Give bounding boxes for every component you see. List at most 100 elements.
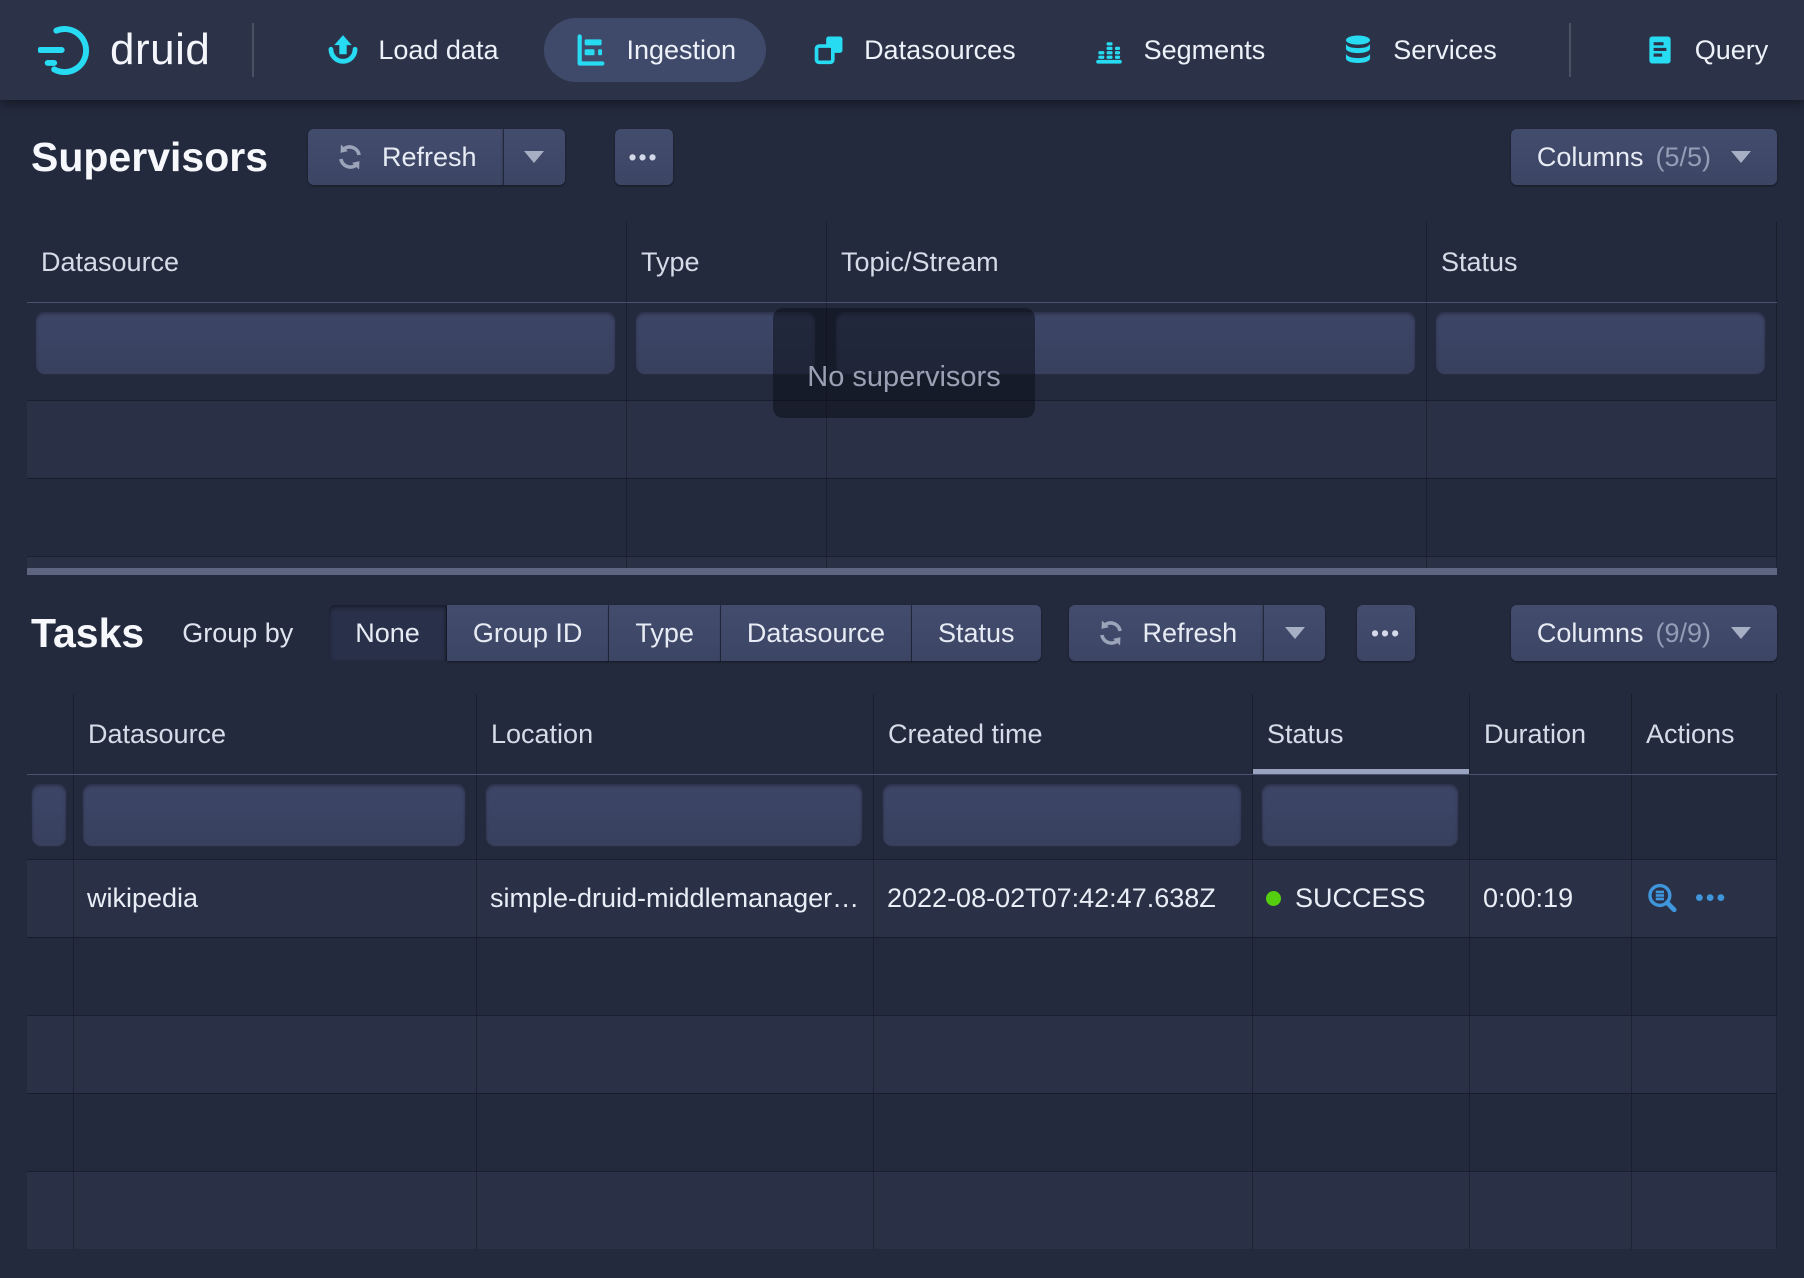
group-by-type-button[interactable]: Type [609,605,721,661]
ingestion-icon [574,33,608,67]
datasource-filter-input[interactable] [35,311,616,375]
column-header-actions[interactable]: Actions [1632,694,1777,774]
table-row [27,937,1777,1015]
tasks-table: Datasource Location Created time Status … [27,694,1777,1250]
column-header-created-time[interactable]: Created time [874,694,1253,774]
column-header-type[interactable]: Type [627,222,827,302]
druid-logo-icon [38,22,94,78]
column-header-expander [27,694,74,774]
chevron-down-icon [1285,627,1305,639]
status-filter-input[interactable] [1261,783,1459,847]
nav-item-label: Segments [1144,35,1266,66]
created-time-filter-input[interactable] [882,783,1242,847]
group-by-label: Group by [182,618,293,649]
table-row [27,556,1777,568]
nav-item-label: Ingestion [626,35,736,66]
table-row [27,1015,1777,1093]
supervisors-title: Supervisors [31,134,268,181]
nav-divider [1569,23,1571,77]
inspect-task-icon[interactable] [1645,882,1679,916]
status-filter-input[interactable] [1435,311,1766,375]
table-row [27,478,1777,556]
more-icon: ••• [628,144,658,171]
refresh-icon [1095,617,1127,649]
refresh-button-label: Refresh [1143,618,1238,649]
services-icon [1341,33,1375,67]
nav-item-label: Query [1695,35,1769,66]
task-row-wikipedia[interactable]: wikipedia simple-druid-middlemanager… 20… [27,859,1777,937]
column-header-status-sorted[interactable]: Status [1253,694,1470,774]
nav-item-load-data[interactable]: Load data [296,18,528,82]
tasks-refresh-button[interactable]: Refresh [1069,605,1264,661]
group-by-group-id-button[interactable]: Group ID [447,605,610,661]
supervisors-toolbar: Supervisors Refresh ••• Columns (5/5) [27,126,1777,188]
chevron-down-icon [524,151,544,163]
druid-console: { "app": { "name": "druid" }, "nav": { "… [0,0,1804,1278]
chevron-down-icon [1731,627,1751,639]
column-header-duration[interactable]: Duration [1470,694,1632,774]
nav-item-services[interactable]: Services [1311,18,1527,82]
tasks-toolbar: Tasks Group by None Group ID Type Dataso… [27,602,1777,664]
query-icon [1643,33,1677,67]
more-icon: ••• [1371,620,1401,647]
no-supervisors-message: No supervisors [773,308,1035,418]
logo-wordmark: druid [110,25,210,75]
cell-actions: ••• [1632,860,1777,937]
load-data-icon [326,33,360,67]
nav-divider [252,23,254,77]
columns-button-label: Columns [1537,142,1644,173]
nav-items: Load data Ingestion Datasources [296,18,1798,82]
cell-status: SUCCESS [1253,860,1470,937]
group-by-status-button[interactable]: Status [912,605,1041,661]
column-header-topic-stream[interactable]: Topic/Stream [827,222,1427,302]
datasource-filter-input[interactable] [82,783,466,847]
task-actions-more-icon[interactable]: ••• [1695,884,1727,913]
top-nav-bar: druid Load data Ingestion Data [0,0,1804,100]
nav-item-query[interactable]: Query [1613,18,1799,82]
columns-count: (5/5) [1655,142,1711,173]
supervisors-refresh-dropdown-button[interactable] [503,129,565,185]
datasources-icon [812,33,846,67]
table-row [27,1171,1777,1249]
cell-duration: 0:00:19 [1470,860,1632,937]
nav-item-label: Datasources [864,35,1016,66]
cell-created-time: 2022-08-02T07:42:47.638Z [874,860,1253,937]
tasks-title: Tasks [31,610,144,657]
column-header-location[interactable]: Location [477,694,874,774]
section-splitter-handle[interactable] [27,568,1777,575]
columns-count: (9/9) [1655,618,1711,649]
nav-item-label: Services [1393,35,1497,66]
segments-icon [1092,33,1126,67]
supervisors-table-header: Datasource Type Topic/Stream Status [27,222,1777,303]
sort-indicator-bar [1253,769,1469,774]
supervisors-more-button[interactable]: ••• [615,129,673,185]
location-filter-input[interactable] [485,783,863,847]
supervisors-refresh-split-button: Refresh [308,129,565,185]
nav-item-datasources[interactable]: Datasources [782,18,1046,82]
status-success-dot [1266,891,1281,906]
tasks-more-button[interactable]: ••• [1357,605,1415,661]
nav-item-segments[interactable]: Segments [1062,18,1296,82]
column-header-label: Status [1267,719,1344,750]
columns-button-label: Columns [1537,618,1644,649]
supervisors-table: Datasource Type Topic/Stream Status No s… [27,222,1777,568]
druid-logo[interactable]: druid [38,22,210,78]
tasks-refresh-dropdown-button[interactable] [1263,605,1325,661]
column-header-datasource[interactable]: Datasource [27,222,627,302]
group-by-none-button[interactable]: None [329,605,447,661]
cell-datasource: wikipedia [74,860,477,937]
supervisors-columns-button[interactable]: Columns (5/5) [1511,129,1777,185]
chevron-down-icon [1731,151,1751,163]
refresh-icon [334,141,366,173]
tasks-filter-row [27,775,1777,859]
nav-item-ingestion[interactable]: Ingestion [544,18,766,82]
expander-filter-input[interactable] [31,783,67,847]
table-row [27,1093,1777,1171]
column-header-status[interactable]: Status [1427,222,1777,302]
group-by-datasource-button[interactable]: Datasource [721,605,912,661]
tasks-refresh-split-button: Refresh [1069,605,1326,661]
tasks-columns-button[interactable]: Columns (9/9) [1511,605,1777,661]
supervisors-refresh-button[interactable]: Refresh [308,129,503,185]
status-badge: SUCCESS [1295,883,1426,914]
column-header-datasource[interactable]: Datasource [74,694,477,774]
